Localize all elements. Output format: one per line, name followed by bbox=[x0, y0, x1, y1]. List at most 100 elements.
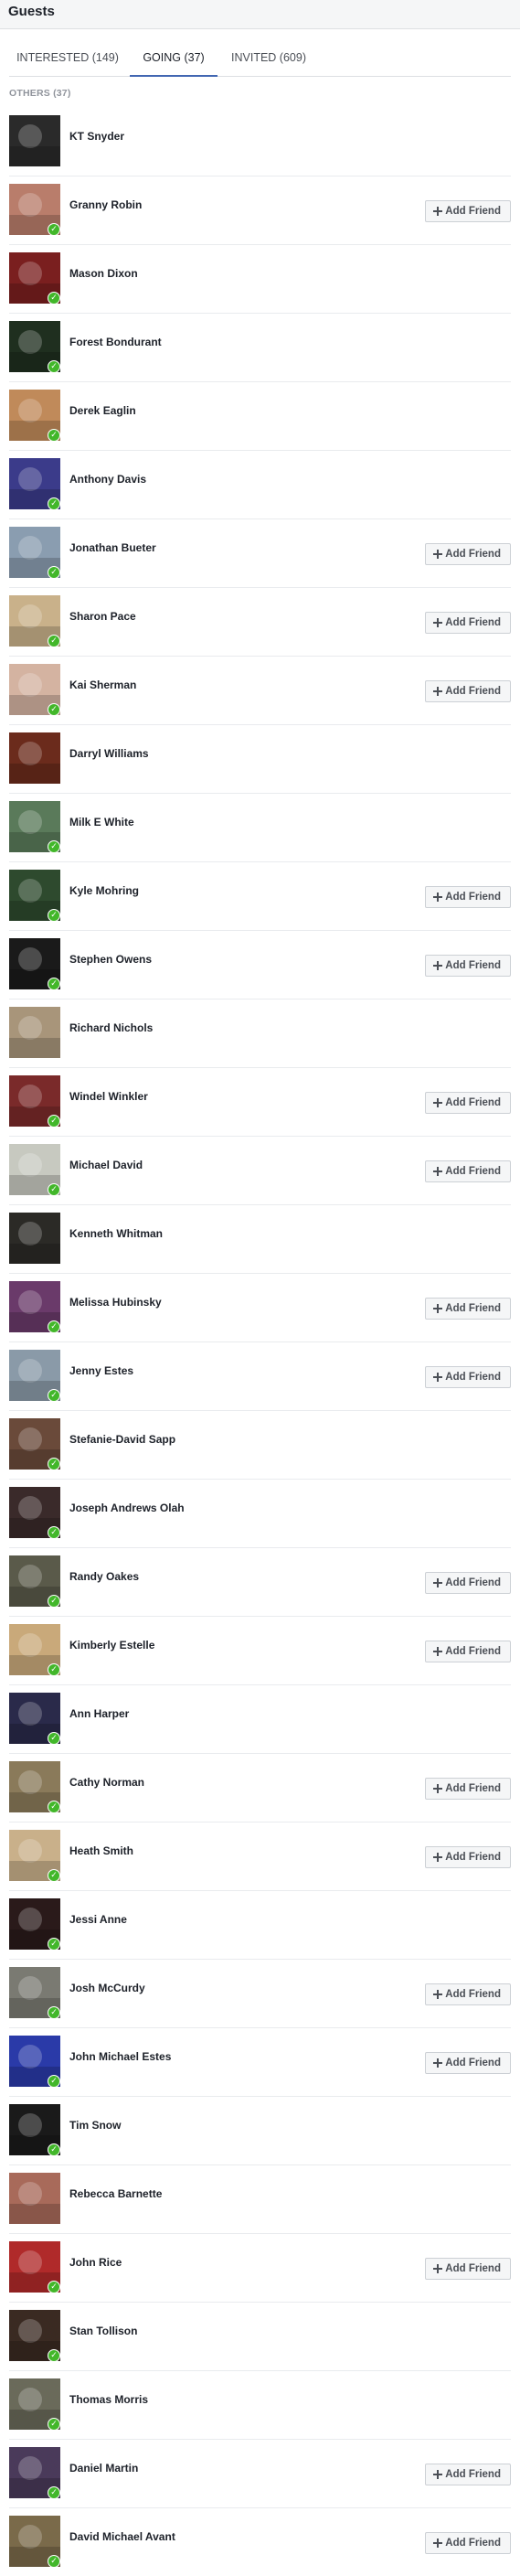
avatar-photo-shade bbox=[9, 764, 60, 784]
avatar[interactable] bbox=[9, 732, 60, 784]
list-item: ✓ Randy Oakes Add Friend bbox=[9, 1548, 511, 1617]
guest-name[interactable]: John Michael Estes bbox=[69, 2050, 171, 2063]
list-item: Darryl Williams bbox=[9, 725, 511, 794]
list-item: ✓ Daniel Martin Add Friend bbox=[9, 2440, 511, 2508]
add-friend-button[interactable]: Add Friend bbox=[425, 2258, 511, 2280]
list-item: ✓ Anthony Davis bbox=[9, 451, 511, 519]
guest-name[interactable]: Daniel Martin bbox=[69, 2462, 138, 2474]
going-check-icon: ✓ bbox=[48, 2486, 60, 2499]
add-friend-button[interactable]: Add Friend bbox=[425, 1983, 511, 2005]
guest-name[interactable]: Darryl Williams bbox=[69, 747, 149, 760]
guest-name[interactable]: Stan Tollison bbox=[69, 2325, 137, 2337]
add-friend-button[interactable]: Add Friend bbox=[425, 200, 511, 222]
list-item: ✓ Derek Eaglin bbox=[9, 382, 511, 451]
add-friend-button[interactable]: Add Friend bbox=[425, 1092, 511, 1114]
add-friend-icon bbox=[433, 1853, 442, 1862]
add-friend-label: Add Friend bbox=[445, 2538, 501, 2549]
list-item: ✓ Sharon Pace Add Friend bbox=[9, 588, 511, 657]
guest-name[interactable]: Kimberly Estelle bbox=[69, 1639, 154, 1651]
add-friend-button[interactable]: Add Friend bbox=[425, 543, 511, 565]
guest-name[interactable]: Randy Oakes bbox=[69, 1570, 139, 1583]
guest-name[interactable]: Jenny Estes bbox=[69, 1364, 133, 1377]
add-friend-icon bbox=[433, 1304, 442, 1313]
going-check-icon: ✓ bbox=[48, 1732, 60, 1745]
avatar-photo bbox=[18, 1702, 42, 1726]
going-check-icon: ✓ bbox=[48, 1320, 60, 1333]
add-friend-label: Add Friend bbox=[445, 1646, 501, 1657]
add-friend-icon bbox=[433, 893, 442, 902]
add-friend-icon bbox=[433, 550, 442, 559]
add-friend-button[interactable]: Add Friend bbox=[425, 612, 511, 634]
avatar-photo bbox=[18, 2250, 42, 2274]
tab-going[interactable]: GOING (37) bbox=[130, 42, 218, 77]
guest-name[interactable]: David Michael Avant bbox=[69, 2530, 175, 2543]
avatar[interactable] bbox=[9, 1007, 60, 1058]
guest-name[interactable]: Forest Bondurant bbox=[69, 336, 162, 348]
guest-name[interactable]: Ann Harper bbox=[69, 1707, 129, 1720]
guest-name[interactable]: Josh McCurdy bbox=[69, 1982, 145, 1994]
guest-name[interactable]: Kai Sherman bbox=[69, 679, 136, 691]
add-friend-button[interactable]: Add Friend bbox=[425, 2464, 511, 2485]
guest-name[interactable]: Sharon Pace bbox=[69, 610, 136, 623]
guest-name[interactable]: Rebecca Barnette bbox=[69, 2187, 162, 2200]
list-item: ✓ John Rice Add Friend bbox=[9, 2234, 511, 2303]
add-friend-button[interactable]: Add Friend bbox=[425, 1366, 511, 1388]
guest-name[interactable]: Kyle Mohring bbox=[69, 884, 139, 897]
going-check-icon: ✓ bbox=[48, 1526, 60, 1539]
add-friend-button[interactable]: Add Friend bbox=[425, 2052, 511, 2074]
add-friend-label: Add Friend bbox=[445, 1372, 501, 1383]
add-friend-button[interactable]: Add Friend bbox=[425, 1778, 511, 1800]
guest-name[interactable]: Michael David bbox=[69, 1159, 143, 1171]
avatar-photo bbox=[18, 604, 42, 628]
tab-interested[interactable]: INTERESTED (149) bbox=[9, 42, 126, 77]
guest-name[interactable]: Stefanie-David Sapp bbox=[69, 1433, 175, 1446]
guest-name[interactable]: Richard Nichols bbox=[69, 1021, 153, 1034]
going-check-icon: ✓ bbox=[48, 497, 60, 510]
avatar-photo bbox=[18, 947, 42, 971]
guest-name[interactable]: Cathy Norman bbox=[69, 1776, 144, 1789]
guest-name[interactable]: Heath Smith bbox=[69, 1844, 133, 1857]
list-item: ✓ Tim Snow bbox=[9, 2097, 511, 2165]
guest-name[interactable]: Jonathan Bueter bbox=[69, 541, 156, 554]
guest-name[interactable]: Kenneth Whitman bbox=[69, 1227, 163, 1240]
guest-name[interactable]: Stephen Owens bbox=[69, 953, 152, 966]
guest-name[interactable]: Melissa Hubinsky bbox=[69, 1296, 162, 1309]
going-check-icon: ✓ bbox=[48, 1115, 60, 1128]
guest-name[interactable]: Milk E White bbox=[69, 816, 134, 828]
guest-name[interactable]: Granny Robin bbox=[69, 198, 142, 211]
guest-name[interactable]: Anthony Davis bbox=[69, 473, 146, 486]
avatar[interactable] bbox=[9, 2173, 60, 2224]
list-item: ✓ John Michael Estes Add Friend bbox=[9, 2028, 511, 2097]
going-check-icon: ✓ bbox=[48, 1183, 60, 1196]
guest-name[interactable]: Tim Snow bbox=[69, 2119, 121, 2132]
add-friend-button[interactable]: Add Friend bbox=[425, 1160, 511, 1182]
add-friend-icon bbox=[433, 1784, 442, 1793]
list-item: ✓ Windel Winkler Add Friend bbox=[9, 1068, 511, 1137]
add-friend-button[interactable]: Add Friend bbox=[425, 2532, 511, 2554]
add-friend-button[interactable]: Add Friend bbox=[425, 955, 511, 977]
guest-name[interactable]: Thomas Morris bbox=[69, 2393, 148, 2406]
avatar-photo bbox=[18, 1085, 42, 1108]
add-friend-button[interactable]: Add Friend bbox=[425, 1846, 511, 1868]
add-friend-button[interactable]: Add Friend bbox=[425, 1572, 511, 1594]
add-friend-button[interactable]: Add Friend bbox=[425, 1641, 511, 1662]
add-friend-button[interactable]: Add Friend bbox=[425, 886, 511, 908]
guest-name[interactable]: John Rice bbox=[69, 2256, 122, 2269]
add-friend-button[interactable]: Add Friend bbox=[425, 1298, 511, 1320]
avatar[interactable] bbox=[9, 115, 60, 166]
list-item: ✓ Thomas Morris bbox=[9, 2371, 511, 2440]
add-friend-button[interactable]: Add Friend bbox=[425, 680, 511, 702]
avatar[interactable] bbox=[9, 1213, 60, 1264]
guest-name[interactable]: Windel Winkler bbox=[69, 1090, 148, 1103]
list-item: ✓ Jenny Estes Add Friend bbox=[9, 1342, 511, 1411]
guest-name[interactable]: Derek Eaglin bbox=[69, 404, 136, 417]
going-check-icon: ✓ bbox=[48, 360, 60, 373]
guest-name[interactable]: Jessi Anne bbox=[69, 1913, 127, 1926]
avatar-photo bbox=[18, 536, 42, 560]
add-friend-icon bbox=[433, 2539, 442, 2548]
guest-name[interactable]: KT Snyder bbox=[69, 130, 124, 143]
tab-invited[interactable]: INVITED (609) bbox=[221, 42, 316, 77]
add-friend-label: Add Friend bbox=[445, 892, 501, 903]
guest-name[interactable]: Mason Dixon bbox=[69, 267, 138, 280]
guest-name[interactable]: Joseph Andrews Olah bbox=[69, 1502, 185, 1514]
